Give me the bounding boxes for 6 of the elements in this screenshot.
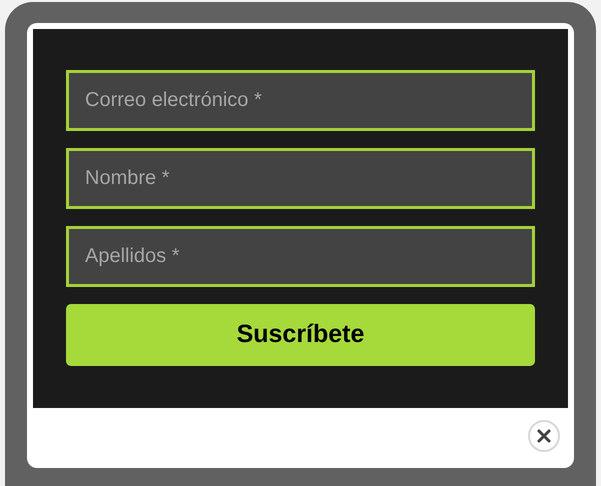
close-icon xyxy=(537,429,551,443)
close-button[interactable] xyxy=(528,420,560,452)
input-field[interactable]: Nombre * xyxy=(66,148,535,209)
input-field[interactable]: Apellidos * xyxy=(66,226,535,287)
input-field[interactable]: Correo electrónico * xyxy=(66,70,535,131)
subscribe-button[interactable]: Suscríbete xyxy=(66,304,535,366)
